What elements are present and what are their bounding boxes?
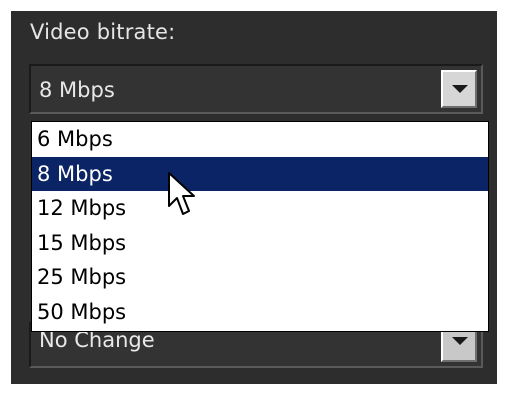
option-15-mbps[interactable]: 15 Mbps xyxy=(32,226,488,261)
video-bitrate-options-list[interactable]: 6 Mbps 8 Mbps 12 Mbps 15 Mbps 25 Mbps 50… xyxy=(31,121,489,332)
chevron-down-icon xyxy=(452,85,468,93)
video-bitrate-label: Video bitrate: xyxy=(30,20,176,44)
mouse-pointer-icon xyxy=(168,172,195,215)
video-bitrate-dropdown[interactable]: 8 Mbps xyxy=(29,64,483,114)
chevron-down-icon xyxy=(452,337,468,345)
option-12-mbps[interactable]: 12 Mbps xyxy=(32,191,488,226)
video-bitrate-selected-value: 8 Mbps xyxy=(39,78,115,102)
option-6-mbps[interactable]: 6 Mbps xyxy=(32,122,488,157)
option-50-mbps[interactable]: 50 Mbps xyxy=(32,295,488,330)
option-25-mbps[interactable]: 25 Mbps xyxy=(32,260,488,295)
option-8-mbps[interactable]: 8 Mbps xyxy=(32,156,488,191)
video-bitrate-dropdown-button[interactable] xyxy=(441,70,477,108)
